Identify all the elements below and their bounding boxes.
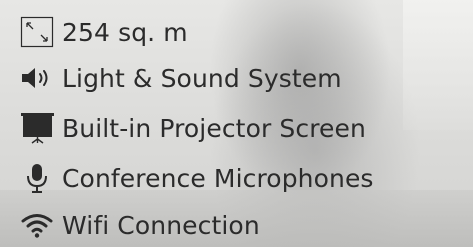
feature-area: 254 sq. m: [20, 14, 188, 50]
feature-wifi-label: Wifi Connection: [62, 210, 260, 240]
feature-wifi: Wifi Connection: [20, 207, 260, 243]
feature-sound: Light & Sound System: [20, 60, 342, 96]
feature-sound-label: Light & Sound System: [62, 63, 342, 93]
feature-microphones: Conference Microphones: [20, 160, 374, 196]
features-list: 254 sq. m Light & Sound System Built-in …: [0, 0, 473, 247]
speaker-icon: [20, 60, 62, 96]
wifi-icon: [20, 207, 62, 243]
feature-microphones-label: Conference Microphones: [62, 163, 374, 193]
projector-screen-icon: [20, 110, 62, 146]
feature-area-label: 254 sq. m: [62, 17, 188, 47]
feature-projector: Built-in Projector Screen: [20, 110, 366, 146]
microphone-icon: [20, 160, 62, 196]
area-expand-icon: [20, 14, 62, 50]
feature-projector-label: Built-in Projector Screen: [62, 113, 366, 143]
